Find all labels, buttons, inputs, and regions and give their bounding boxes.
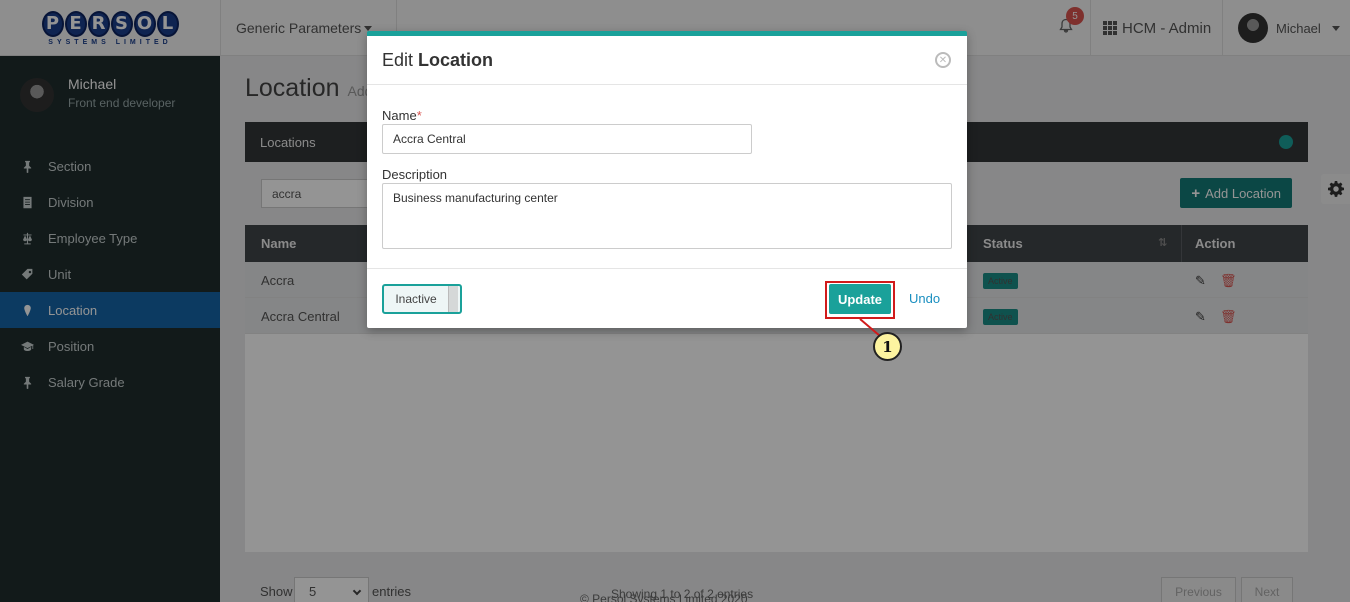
name-label: Name* [382,108,422,123]
toggle-knob [448,286,458,312]
close-icon[interactable]: ✕ [935,52,951,68]
toggle-label: Inactive [395,292,437,306]
step-callout: 1 [873,332,902,361]
undo-link[interactable]: Undo [909,291,940,306]
description-textarea[interactable]: Business manufacturing center [382,183,952,249]
description-label: Description [382,167,448,182]
modal-title: Edit Location [382,50,494,70]
required-asterisk: * [416,108,422,123]
status-toggle[interactable]: Inactive [382,284,462,314]
update-button[interactable]: Update [829,284,891,314]
modal-header: Edit Location ✕ [367,36,967,85]
name-input[interactable] [382,124,752,154]
modal-body: Name* Description Business manufacturing… [367,85,967,269]
